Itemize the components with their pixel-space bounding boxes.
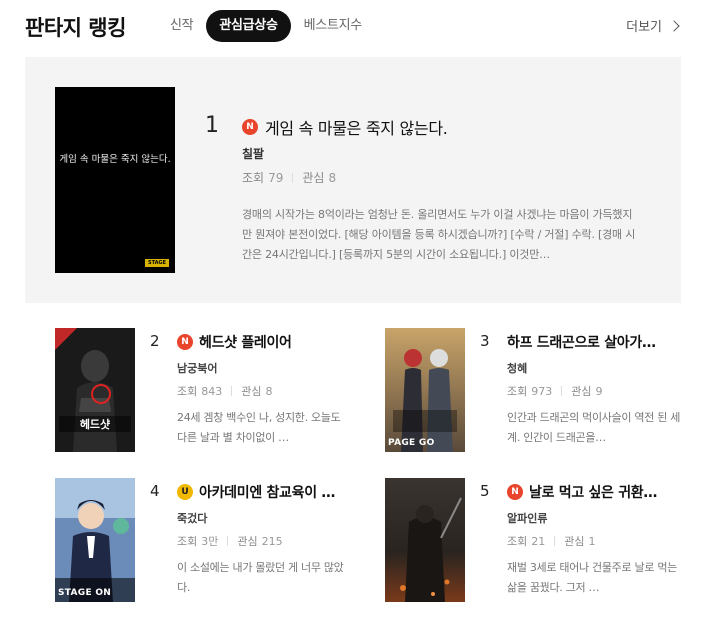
featured-description: 경매의 시작가는 8억이라는 엄청난 돈. 올리면서도 누가 이걸 사겠냐는 마… xyxy=(242,208,636,261)
new-badge-icon: N xyxy=(177,334,193,350)
card-author[interactable]: 청혜 xyxy=(507,360,527,376)
card-description: 이 소설에는 내가 몰랐던 게 너무 많았다. xyxy=(177,561,344,594)
views-count: 3만 xyxy=(201,535,219,548)
ranking-tabs: 신작 관심급상승 베스트지수 xyxy=(157,10,375,42)
card-rank: 3 xyxy=(480,332,490,350)
tab-best-index[interactable]: 베스트지수 xyxy=(291,10,375,42)
card-stats: 조회 3만 관심 215 xyxy=(177,533,283,549)
card-title[interactable]: 아카데미엔 참교육이 … xyxy=(199,482,335,502)
card-title-row[interactable]: N 날로 먹고 싶은 귀환… xyxy=(507,482,687,502)
new-badge-icon: N xyxy=(507,484,523,500)
featured-cover-badge: STAGE xyxy=(144,259,169,267)
card-rank: 2 xyxy=(150,332,160,350)
ranking-card[interactable]: PAGE GO 3 하프 드래곤으로 살아가… 청혜 조회 973 관심 9 인… xyxy=(385,328,685,454)
tab-new[interactable]: 신작 xyxy=(157,10,206,42)
featured-cover[interactable]: 게임 속 마물은 죽지 않는다. STAGE xyxy=(55,87,175,273)
card-author[interactable]: 죽겄다 xyxy=(177,510,207,526)
card-description: 재벌 3세로 태어나 건물주로 날로 먹는 삶을 꿈꿨다. 그저 … xyxy=(507,561,677,594)
card-stats: 조회 843 관심 8 xyxy=(177,383,273,399)
interest-label: 관심 xyxy=(564,535,585,548)
featured-rank: 1 xyxy=(205,113,219,138)
views-label: 조회 xyxy=(177,385,198,398)
chevron-right-icon xyxy=(668,19,680,32)
cover-art xyxy=(385,478,465,602)
interest-label: 관심 xyxy=(237,535,258,548)
cover-art: 헤드샷 xyxy=(55,328,135,452)
cover-publisher-tag: STAGE ON xyxy=(58,588,112,598)
stat-divider xyxy=(561,386,563,396)
featured-stats: 조회 79 관심 8 xyxy=(242,169,336,186)
card-title-row[interactable]: N 헤드샷 플레이어 xyxy=(177,332,357,352)
views-count: 973 xyxy=(531,384,553,398)
featured-item[interactable]: 게임 속 마물은 죽지 않는다. STAGE 1 N 게임 속 마물은 죽지 않… xyxy=(25,57,681,303)
views-label: 조회 xyxy=(507,535,528,548)
section-title: 판타지 랭킹 xyxy=(25,16,126,40)
stat-divider xyxy=(292,172,294,183)
interest-count: 8 xyxy=(328,170,337,185)
interest-count: 8 xyxy=(265,384,273,398)
views-label: 조회 xyxy=(242,171,265,185)
more-label: 더보기 xyxy=(626,20,662,35)
cover-publisher-tag: PAGE GO xyxy=(388,438,435,448)
card-title-row[interactable]: 하프 드래곤으로 살아가… xyxy=(507,332,687,352)
interest-label: 관심 xyxy=(302,171,325,185)
card-description: 인간과 드래곤의 먹이사슬이 역전 된 세계. 인간이 드래곤을… xyxy=(507,411,681,444)
cover-art xyxy=(385,328,465,452)
card-title-row[interactable]: U 아카데미엔 참교육이 … xyxy=(177,482,357,502)
ranking-card[interactable]: STAGE ON 4 U 아카데미엔 참교육이 … 죽겄다 조회 3만 관심 2… xyxy=(55,478,355,604)
featured-title[interactable]: 게임 속 마물은 죽지 않는다. xyxy=(265,115,448,139)
novel-cover[interactable]: STAGE ON xyxy=(55,478,135,602)
tab-interest-rising[interactable]: 관심급상승 xyxy=(206,10,291,42)
views-count: 843 xyxy=(201,384,223,398)
views-count: 79 xyxy=(268,170,284,185)
views-count: 21 xyxy=(531,534,546,548)
card-stats: 조회 973 관심 9 xyxy=(507,383,603,399)
card-title[interactable]: 헤드샷 플레이어 xyxy=(199,332,292,352)
ranking-card[interactable]: 헤드샷 2 N 헤드샷 플레이어 남궁북어 조회 843 관심 8 24세 겜창… xyxy=(55,328,355,454)
stat-divider xyxy=(231,386,233,396)
card-rank: 4 xyxy=(150,482,160,500)
card-stats: 조회 21 관심 1 xyxy=(507,533,596,549)
interest-count: 215 xyxy=(261,534,283,548)
stat-divider xyxy=(554,536,556,546)
ranking-header: 판타지 랭킹 신작 관심급상승 베스트지수 더보기 xyxy=(0,0,718,56)
card-author[interactable]: 알파인류 xyxy=(507,510,547,526)
ranking-card[interactable]: 5 N 날로 먹고 싶은 귀환… 알파인류 조회 21 관심 1 재벌 3세로 … xyxy=(385,478,685,604)
card-author[interactable]: 남궁북어 xyxy=(177,360,217,376)
interest-label: 관심 xyxy=(241,385,262,398)
novel-cover[interactable] xyxy=(385,478,465,602)
stat-divider xyxy=(227,536,229,546)
interest-label: 관심 xyxy=(571,385,592,398)
more-link[interactable]: 더보기 xyxy=(626,16,680,35)
featured-author[interactable]: 칠팔 xyxy=(242,145,264,162)
cover-art xyxy=(55,478,135,602)
card-title[interactable]: 하프 드래곤으로 살아가… xyxy=(507,332,656,352)
featured-title-row[interactable]: N 게임 속 마물은 죽지 않는다. xyxy=(242,115,448,139)
novel-cover[interactable]: PAGE GO xyxy=(385,328,465,452)
interest-count: 1 xyxy=(588,534,596,548)
novel-cover[interactable]: 헤드샷 xyxy=(55,328,135,452)
views-label: 조회 xyxy=(177,535,198,548)
update-badge-icon: U xyxy=(177,484,193,500)
new-badge-icon: N xyxy=(242,119,258,135)
featured-cover-text: 게임 속 마물은 죽지 않는다. xyxy=(59,154,171,165)
card-title[interactable]: 날로 먹고 싶은 귀환… xyxy=(529,482,657,502)
card-description: 24세 겜창 백수인 나, 성지한. 오늘도 다른 날과 별 차이없이 … xyxy=(177,411,341,444)
svg-text:헤드샷: 헤드샷 xyxy=(80,417,110,431)
card-rank: 5 xyxy=(480,482,490,500)
interest-count: 9 xyxy=(595,384,603,398)
views-label: 조회 xyxy=(507,385,528,398)
